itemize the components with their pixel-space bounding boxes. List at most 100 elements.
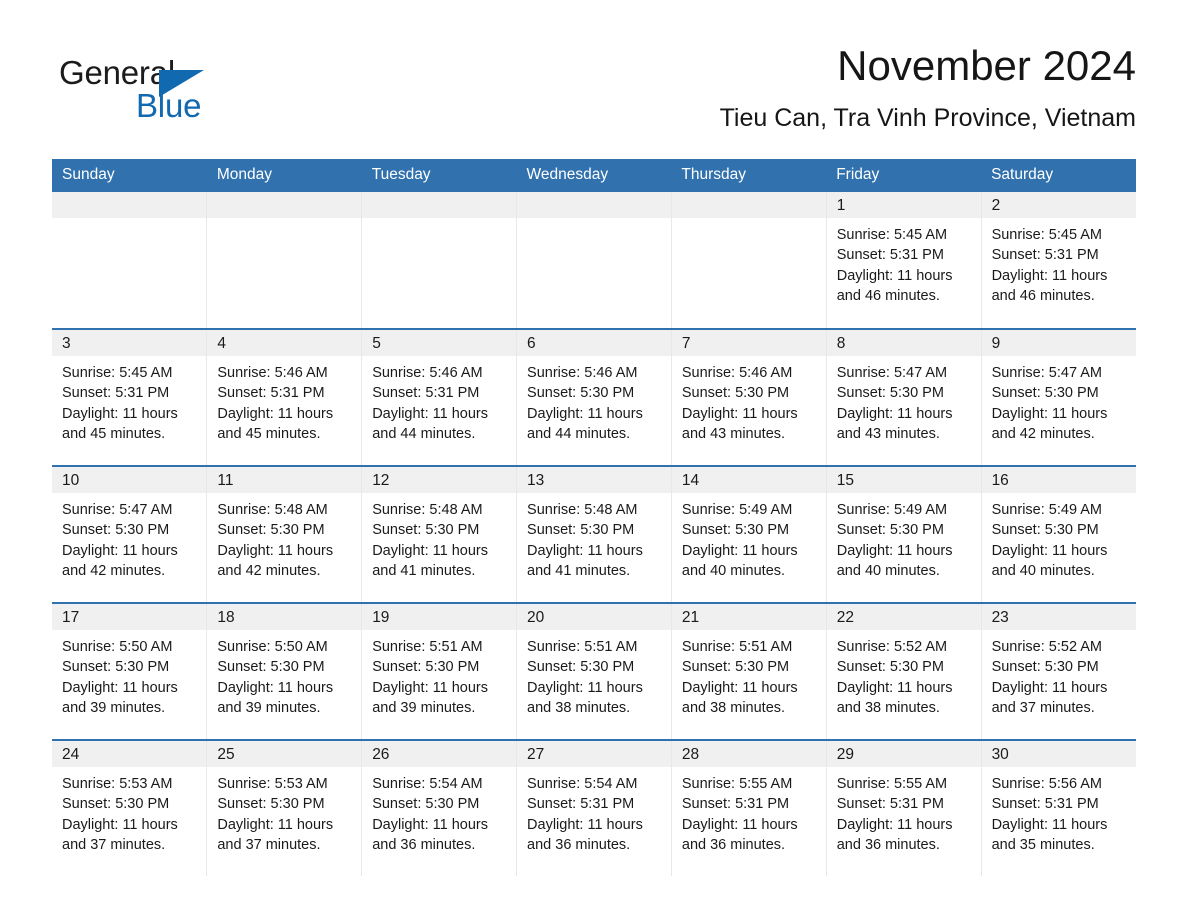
day-number: 15	[826, 467, 981, 493]
calendar-day-cell[interactable]: 30 Sunrise: 5:56 AM Sunset: 5:31 PM Dayligh…	[981, 739, 1136, 876]
daylight-text-line2: and 42 minutes.	[991, 425, 1095, 442]
calendar-day-cell[interactable]: 17 Sunrise: 5:50 AM Sunset: 5:30 PM Dayligh…	[52, 602, 208, 740]
calendar-day-cell[interactable]: 28 Sunrise: 5:55 AM Sunset: 5:31 PM Dayligh…	[671, 739, 827, 876]
calendar-day-cell[interactable]: 3 Sunrise: 5:45 AM Sunset: 5:31 PM Daylight…	[52, 328, 208, 466]
daylight-text-line2: and 45 minutes.	[217, 425, 321, 442]
daylight-text-line1: Daylight: 11 hours	[372, 405, 488, 422]
sunrise-text: Sunrise: 5:48 AM	[527, 502, 638, 518]
location-subtitle: Tieu Can, Tra Vinh Province, Vietnam	[719, 104, 1136, 132]
sunrise-text: Sunrise: 5:50 AM	[217, 639, 328, 655]
day-number	[207, 192, 362, 218]
day-number: 12	[362, 467, 517, 493]
day-number: 24	[52, 741, 207, 767]
day-number: 9	[981, 330, 1136, 356]
daylight-text-line2: and 37 minutes.	[217, 836, 321, 853]
calendar-day-cell[interactable]: 26 Sunrise: 5:54 AM Sunset: 5:30 PM Dayligh…	[361, 739, 518, 876]
calendar-week-row: 24 Sunrise: 5:53 AM Sunset: 5:30 PM Dayligh…	[52, 739, 1136, 876]
calendar-day-cell[interactable]: 10 Sunrise: 5:47 AM Sunset: 5:30 PM Dayligh…	[52, 465, 208, 603]
calendar-day-cell[interactable]: 21 Sunrise: 5:51 AM Sunset: 5:30 PM Dayligh…	[671, 602, 827, 740]
day-number: 8	[826, 330, 981, 356]
calendar-day-cell[interactable]: 11 Sunrise: 5:48 AM Sunset: 5:30 PM Dayligh…	[206, 465, 363, 603]
calendar-day-cell[interactable]: 7 Sunrise: 5:46 AM Sunset: 5:30 PM Daylight…	[671, 328, 827, 466]
sunset-text: Sunset: 5:31 PM	[217, 385, 325, 402]
day-details: Sunrise: 5:53 AM Sunset: 5:30 PM Daylight:…	[52, 767, 206, 855]
calendar-day-cell[interactable]: 4 Sunrise: 5:46 AM Sunset: 5:31 PM Daylight…	[206, 328, 363, 466]
sunset-text: Sunset: 5:30 PM	[62, 522, 170, 539]
daylight-text-line2: and 41 minutes.	[372, 562, 476, 579]
sunset-text: Sunset: 5:30 PM	[372, 522, 480, 539]
sunset-text: Sunset: 5:31 PM	[991, 796, 1099, 813]
sunrise-text: Sunrise: 5:51 AM	[681, 639, 793, 655]
day-details: Sunrise: 5:52 AM Sunset: 5:30 PM Daylight:…	[827, 630, 981, 718]
calendar-day-cell[interactable]: 2 Sunrise: 5:45 AM Sunset: 5:31 PM Daylight…	[981, 192, 1136, 329]
calendar-day-cell[interactable]: 12 Sunrise: 5:48 AM Sunset: 5:30 PM Dayligh…	[361, 465, 518, 603]
page-title: November 2024	[837, 42, 1136, 89]
calendar-day-cell[interactable]: 23 Sunrise: 5:52 AM Sunset: 5:30 PM Dayligh…	[981, 602, 1136, 740]
daylight-text-line1: Daylight: 11 hours	[836, 405, 953, 422]
daylight-text-line1: Daylight: 11 hours	[217, 542, 334, 559]
daylight-text-line1: Daylight: 11 hours	[527, 679, 643, 696]
sunset-text: Sunset: 5:30 PM	[681, 385, 790, 402]
calendar-day-cell[interactable]: 20 Sunrise: 5:51 AM Sunset: 5:30 PM Dayligh…	[516, 602, 672, 740]
day-number: 22	[826, 604, 981, 630]
daylight-text-line1: Daylight: 11 hours	[62, 542, 178, 559]
day-number: 14	[671, 467, 826, 493]
day-number: 3	[52, 330, 207, 356]
sunrise-text: Sunrise: 5:49 AM	[681, 502, 793, 518]
calendar-day-cell[interactable]: 8 Sunrise: 5:47 AM Sunset: 5:30 PM Daylight…	[826, 328, 982, 466]
brand-logo[interactable]: General Blue	[59, 54, 319, 134]
sunset-text: Sunset: 5:30 PM	[527, 659, 635, 676]
calendar-day-cell[interactable]: 19 Sunrise: 5:51 AM Sunset: 5:30 PM Dayligh…	[361, 602, 518, 740]
calendar-day-cell[interactable]: 24 Sunrise: 5:53 AM Sunset: 5:30 PM Dayligh…	[52, 739, 208, 876]
day-details: Sunrise: 5:49 AM Sunset: 5:30 PM Daylight:…	[672, 493, 826, 581]
calendar-day-cell[interactable]: 9 Sunrise: 5:47 AM Sunset: 5:30 PM Daylight…	[981, 328, 1136, 466]
calendar-day-cell[interactable]: 27 Sunrise: 5:54 AM Sunset: 5:31 PM Dayligh…	[516, 739, 672, 876]
calendar-day-cell[interactable]: 6 Sunrise: 5:46 AM Sunset: 5:30 PM Daylight…	[516, 328, 672, 466]
day-number: 29	[826, 741, 981, 767]
sunset-text: Sunset: 5:30 PM	[836, 659, 944, 676]
daylight-text-line2: and 40 minutes.	[991, 562, 1095, 579]
day-details: Sunrise: 5:55 AM Sunset: 5:31 PM Daylight:…	[827, 767, 981, 855]
sunrise-text: Sunrise: 5:46 AM	[527, 365, 638, 381]
day-details: Sunrise: 5:47 AM Sunset: 5:30 PM Daylight:…	[827, 356, 981, 444]
weekday-header-thursday: Thursday	[671, 159, 827, 192]
day-details: Sunrise: 5:45 AM Sunset: 5:31 PM Daylight:…	[982, 218, 1136, 306]
calendar-day-cell[interactable]: 16 Sunrise: 5:49 AM Sunset: 5:30 PM Dayligh…	[981, 465, 1136, 603]
sunrise-text: Sunrise: 5:51 AM	[527, 639, 638, 655]
daylight-text-line1: Daylight: 11 hours	[217, 405, 334, 422]
sunset-text: Sunset: 5:30 PM	[62, 659, 170, 676]
daylight-text-line1: Daylight: 11 hours	[372, 679, 488, 696]
day-details: Sunrise: 5:45 AM Sunset: 5:31 PM Daylight:…	[827, 218, 981, 306]
day-details: Sunrise: 5:46 AM Sunset: 5:30 PM Daylight:…	[672, 356, 826, 444]
daylight-text-line1: Daylight: 11 hours	[527, 816, 643, 833]
sunrise-text: Sunrise: 5:46 AM	[217, 365, 328, 381]
calendar-day-cell[interactable]: 25 Sunrise: 5:53 AM Sunset: 5:30 PM Dayligh…	[206, 739, 363, 876]
day-number: 1	[826, 192, 981, 218]
calendar-day-cell[interactable]: 29 Sunrise: 5:55 AM Sunset: 5:31 PM Dayligh…	[826, 739, 982, 876]
day-number: 6	[517, 330, 671, 356]
day-number: 2	[981, 192, 1136, 218]
sunset-text: Sunset: 5:30 PM	[217, 659, 325, 676]
calendar-day-cell[interactable]: 22 Sunrise: 5:52 AM Sunset: 5:30 PM Dayligh…	[826, 602, 982, 740]
calendar-day-cell[interactable]: 5 Sunrise: 5:46 AM Sunset: 5:31 PM Daylight…	[361, 328, 518, 466]
calendar-day-cell[interactable]: 13 Sunrise: 5:48 AM Sunset: 5:30 PM Dayligh…	[516, 465, 672, 603]
calendar-cell-empty	[671, 192, 827, 329]
sunrise-text: Sunrise: 5:46 AM	[372, 365, 483, 381]
day-number: 16	[981, 467, 1136, 493]
weekday-header-saturday: Saturday	[981, 159, 1136, 192]
daylight-text-line1: Daylight: 11 hours	[836, 679, 953, 696]
calendar-day-cell[interactable]: 18 Sunrise: 5:50 AM Sunset: 5:30 PM Dayligh…	[206, 602, 363, 740]
day-number: 18	[207, 604, 362, 630]
calendar-day-cell[interactable]: 1 Sunrise: 5:45 AM Sunset: 5:31 PM Daylight…	[826, 192, 982, 329]
day-number	[52, 192, 207, 218]
daylight-text-line2: and 36 minutes.	[681, 836, 786, 853]
sunset-text: Sunset: 5:30 PM	[991, 522, 1099, 539]
sunset-text: Sunset: 5:30 PM	[991, 659, 1099, 676]
day-number: 7	[671, 330, 826, 356]
daylight-text-line1: Daylight: 11 hours	[62, 679, 178, 696]
day-details: Sunrise: 5:47 AM Sunset: 5:30 PM Daylight:…	[982, 356, 1136, 444]
calendar-day-cell[interactable]: 14 Sunrise: 5:49 AM Sunset: 5:30 PM Dayligh…	[671, 465, 827, 603]
daylight-text-line1: Daylight: 11 hours	[527, 542, 643, 559]
calendar-day-cell[interactable]: 15 Sunrise: 5:49 AM Sunset: 5:30 PM Dayligh…	[826, 465, 982, 603]
daylight-text-line2: and 44 minutes.	[372, 425, 476, 442]
